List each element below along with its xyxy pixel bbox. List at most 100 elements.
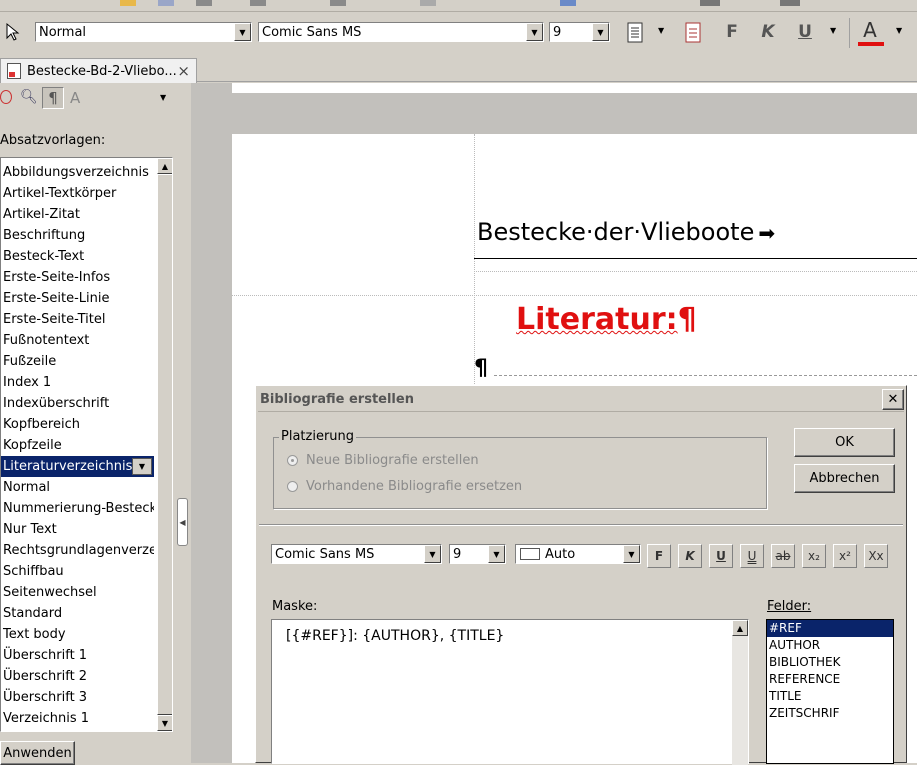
field-list-item[interactable]: BIBLIOTHEK <box>767 654 893 671</box>
toolbar-icon[interactable] <box>560 0 576 6</box>
dialog-title-bar[interactable]: Bibliografie erstellen ✕ <box>258 388 904 412</box>
italic-button[interactable]: K <box>756 20 780 44</box>
chevron-down-icon[interactable]: ▼ <box>623 545 640 563</box>
style-list-item[interactable]: Kopfzeile <box>1 435 154 456</box>
option-replace-radio[interactable]: Vorhandene Bibliografie ersetzen <box>287 479 522 494</box>
toolbar-icon[interactable] <box>250 0 266 6</box>
chevron-down-icon[interactable]: ▼ <box>658 26 664 35</box>
style-list-item[interactable]: Überschrift 2 <box>1 666 154 687</box>
chevron-down-icon[interactable]: ▼ <box>488 545 505 563</box>
field-list-item[interactable]: #REF <box>767 620 893 637</box>
style-list-item[interactable]: Fußnotentext <box>1 330 154 351</box>
toolbar-icon[interactable] <box>330 0 346 6</box>
style-list-item[interactable]: Beschriftung <box>1 225 154 246</box>
navigator-icon[interactable] <box>0 90 12 104</box>
style-list-item[interactable]: Schiffbau <box>1 561 154 582</box>
toolbar-icon[interactable] <box>420 0 436 6</box>
superscript-button[interactable]: x² <box>833 544 857 568</box>
font-color-button[interactable]: A <box>856 18 884 42</box>
style-list-item[interactable]: Fußzeile <box>1 351 154 372</box>
style-list-item[interactable]: Standard <box>1 603 154 624</box>
style-list-item[interactable]: Erste-Seite-Linie <box>1 288 154 309</box>
page-style-icon[interactable] <box>624 20 646 46</box>
ok-button[interactable]: OK <box>794 428 895 457</box>
option-new-radio[interactable]: Neue Bibliografie erstellen <box>287 453 479 468</box>
document-tab[interactable]: Bestecke-Bd-2-Vliebo... × <box>0 58 197 83</box>
case-button[interactable]: Xx <box>864 544 888 568</box>
pilcrow-style-icon[interactable]: ¶ <box>42 87 64 109</box>
dialog-size-combo[interactable]: 9 ▼ <box>449 544 506 564</box>
chevron-down-icon[interactable]: ▼ <box>526 23 543 41</box>
chevron-down-icon[interactable]: ▼ <box>830 26 836 35</box>
styles-list-scrollbar[interactable]: ▲ ▼ <box>157 158 172 731</box>
field-list-item[interactable]: TITLE <box>767 688 893 705</box>
style-list-item[interactable]: Abbildungsverzeichnis <box>1 162 154 183</box>
toolbar-icon[interactable] <box>158 0 174 6</box>
style-list-item[interactable]: Kopfbereich <box>1 414 154 435</box>
cancel-button[interactable]: Abbrechen <box>794 464 895 493</box>
font-name-combo[interactable]: Comic Sans MS ▼ <box>258 22 544 42</box>
style-list-item[interactable]: Index 1 <box>1 372 154 393</box>
toolbar-icon[interactable] <box>120 0 136 6</box>
subscript-button[interactable]: x₂ <box>802 544 826 568</box>
style-list-item[interactable]: Nur Text <box>1 519 154 540</box>
field-list-item[interactable]: REFERENCE <box>767 671 893 688</box>
chevron-down-icon[interactable]: ▼ <box>160 93 166 102</box>
style-list-item[interactable]: Erste-Seite-Infos <box>1 267 154 288</box>
close-icon[interactable]: × <box>177 62 190 80</box>
pointer-icon[interactable] <box>4 22 22 42</box>
bold-button[interactable]: F <box>720 20 744 44</box>
mask-editor[interactable]: [{#REF}]: {AUTHOR}, {TITLE} ▲ <box>271 619 749 765</box>
style-list-item[interactable]: Überschrift 3 <box>1 687 154 708</box>
dialog-color-combo[interactable]: Auto ▼ <box>515 544 641 564</box>
field-list-item[interactable]: ZEITSCHRIF <box>767 705 893 722</box>
style-list-item[interactable]: Erste-Seite-Titel <box>1 309 154 330</box>
style-list-item[interactable]: Nummerierung-Besteck <box>1 498 154 519</box>
chevron-down-icon[interactable]: ▼ <box>234 23 251 41</box>
underline-button[interactable]: U <box>793 20 817 44</box>
scroll-down-button[interactable]: ▼ <box>157 715 172 731</box>
new-style-icon[interactable] <box>682 20 704 46</box>
style-list-item[interactable]: Überschrift 1 <box>1 645 154 666</box>
dialog-close-button[interactable]: ✕ <box>882 389 904 410</box>
field-list-item[interactable]: AUTHOR <box>767 637 893 654</box>
chevron-down-icon[interactable]: ▼ <box>132 458 152 475</box>
fields-list[interactable]: #REF AUTHOR BIBLIOTHEK REFERENCE TITLE ZEITSC… <box>766 619 894 764</box>
scroll-thumb[interactable] <box>157 174 172 715</box>
chevron-down-icon[interactable]: ▼ <box>424 545 441 563</box>
style-list-item[interactable]: Text body <box>1 624 154 645</box>
apply-button[interactable]: Anwenden <box>0 741 75 765</box>
style-list-item[interactable]: Normal <box>1 477 154 498</box>
style-list-item[interactable]: Verzeichnis 1 <box>1 708 154 729</box>
double-underline-button[interactable]: U <box>740 544 764 568</box>
paragraph-style-combo[interactable]: Normal ▼ <box>35 22 252 42</box>
style-list-item[interactable]: Literaturverzeichnis ▼ <box>1 456 154 477</box>
style-list-item[interactable]: Artikel-Zitat <box>1 204 154 225</box>
toolbar-icon[interactable] <box>780 0 800 6</box>
style-list-item[interactable]: Rechtsgrundlagenverzeichnis <box>1 540 154 561</box>
scroll-up-button[interactable]: ▲ <box>157 158 172 174</box>
mask-text[interactable]: [{#REF}]: {AUTHOR}, {TITLE} <box>286 628 504 644</box>
style-list-item[interactable]: Besteck-Text <box>1 246 154 267</box>
character-style-icon[interactable]: A <box>70 89 80 107</box>
styles-list[interactable]: Abbildungsverzeichnis Artikel-Textkörper A… <box>0 157 173 732</box>
underline-button[interactable]: U <box>709 544 733 568</box>
style-list-item[interactable]: Indexüberschrift <box>1 393 154 414</box>
toolbar-icon[interactable] <box>196 0 212 6</box>
strikethrough-button[interactable]: ab <box>771 544 795 568</box>
chevron-down-icon[interactable]: ▼ <box>592 23 609 41</box>
scroll-up-button[interactable]: ▲ <box>732 620 748 636</box>
style-list-item[interactable]: Artikel-Textkörper <box>1 183 154 204</box>
bold-button[interactable]: F <box>647 544 671 568</box>
style-list-item[interactable]: Seitenwechsel <box>1 582 154 603</box>
dialog-font-combo[interactable]: Comic Sans MS ▼ <box>271 544 442 564</box>
radio-button[interactable] <box>287 455 298 466</box>
chevron-down-icon[interactable]: ▼ <box>896 26 902 35</box>
sidebar-collapse-handle[interactable]: ◀ <box>177 498 188 546</box>
search-icon[interactable]: 🔍︎ <box>20 89 38 105</box>
toolbar-icon[interactable] <box>700 0 720 6</box>
italic-button[interactable]: K <box>678 544 702 568</box>
mask-scrollbar[interactable]: ▲ <box>732 620 748 765</box>
font-size-combo[interactable]: 9 ▼ <box>549 22 610 42</box>
radio-button[interactable] <box>287 481 298 492</box>
